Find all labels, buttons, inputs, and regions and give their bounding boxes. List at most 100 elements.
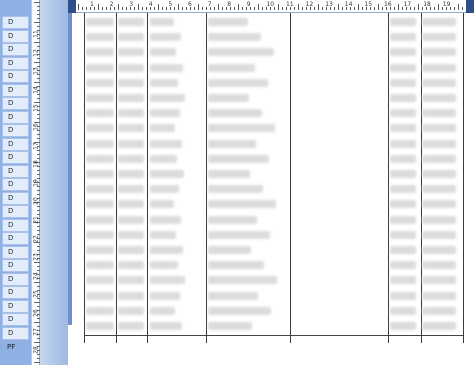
section-band-detail[interactable]: D xyxy=(2,218,29,232)
vertical-ruler: 11 12 13 14 15 16 17 18 19 20 21 22 23 24 25 26 27 28 xyxy=(31,0,40,365)
ruler-tick xyxy=(182,7,183,10)
section-band-detail[interactable]: D xyxy=(2,16,29,29)
detail-row[interactable] xyxy=(84,61,464,75)
blurred-field xyxy=(118,18,144,26)
detail-row[interactable] xyxy=(84,319,464,333)
detail-row[interactable] xyxy=(84,228,464,242)
blurred-field xyxy=(150,230,176,239)
designer-gutter xyxy=(40,0,68,365)
blurred-field xyxy=(86,230,114,239)
horizontal-ruler-label: 18 xyxy=(423,1,431,8)
detail-row[interactable] xyxy=(84,152,464,166)
detail-row[interactable] xyxy=(84,213,464,227)
blurred-field xyxy=(422,78,456,87)
section-band-detail[interactable]: D xyxy=(2,245,29,259)
blurred-field xyxy=(150,18,174,26)
detail-row[interactable] xyxy=(84,258,464,272)
blurred-field xyxy=(390,94,416,102)
section-band-detail[interactable]: D xyxy=(2,299,29,313)
blurred-field xyxy=(118,78,144,87)
section-band-detail[interactable]: D xyxy=(2,164,29,178)
detail-row[interactable] xyxy=(84,167,464,181)
ruler-tick xyxy=(394,7,395,10)
ruler-tick xyxy=(294,7,295,10)
detail-row[interactable] xyxy=(84,137,464,151)
blurred-field xyxy=(422,291,456,300)
ruler-tick xyxy=(462,7,463,10)
ruler-margin-right xyxy=(466,0,474,13)
blurred-field xyxy=(118,306,144,315)
blurred-field xyxy=(208,261,264,270)
blurred-field xyxy=(86,291,114,300)
blurred-field xyxy=(208,63,255,72)
blurred-field xyxy=(150,170,184,178)
section-band-detail[interactable]: D xyxy=(2,178,29,191)
blurred-field xyxy=(150,154,177,163)
ruler-tick xyxy=(378,4,379,10)
ruler-tick xyxy=(358,4,359,10)
section-band-detail[interactable]: D xyxy=(2,259,29,272)
detail-row[interactable] xyxy=(84,76,464,90)
section-band-detail[interactable]: D xyxy=(2,29,29,43)
blurred-field xyxy=(390,185,416,194)
detail-row[interactable] xyxy=(84,304,464,318)
section-band-detail[interactable]: D xyxy=(2,56,29,70)
ruler-tick xyxy=(314,7,315,10)
detail-row[interactable] xyxy=(84,121,464,135)
section-band-detail[interactable]: D xyxy=(2,313,29,326)
section-band-detail[interactable]: D xyxy=(2,83,29,97)
section-band-detail[interactable]: D xyxy=(2,272,29,286)
section-band-detail[interactable]: D xyxy=(2,70,29,83)
blurred-field xyxy=(86,94,114,102)
blurred-field xyxy=(208,306,271,315)
section-band-detail[interactable]: D xyxy=(2,326,29,340)
detail-row[interactable] xyxy=(84,197,464,211)
blurred-field xyxy=(118,124,144,133)
section-band-detail[interactable]: D xyxy=(2,124,29,137)
detail-row[interactable] xyxy=(84,45,464,59)
section-band-detail[interactable]: D xyxy=(2,191,29,205)
detail-row[interactable] xyxy=(84,91,464,105)
blurred-field xyxy=(390,322,416,330)
ruler-tick xyxy=(434,7,435,10)
detail-row[interactable] xyxy=(84,106,464,120)
blurred-field xyxy=(390,200,416,209)
section-band-detail[interactable]: D xyxy=(2,97,29,110)
horizontal-ruler: 1 2 3 4 5 6 7 8 9 10 11 12 13 14 15 16 17 18 19 xyxy=(68,0,474,13)
blurred-field xyxy=(118,170,144,178)
blurred-field xyxy=(86,261,114,270)
section-band-page-footer[interactable]: PF xyxy=(2,342,29,355)
detail-row[interactable] xyxy=(84,243,464,257)
blurred-field xyxy=(118,48,144,57)
ruler-tick xyxy=(102,7,103,10)
section-band-detail[interactable]: D xyxy=(2,205,29,218)
section-band-detail[interactable]: D xyxy=(2,110,29,124)
section-band-detail[interactable]: D xyxy=(2,286,29,299)
blurred-field xyxy=(118,291,144,300)
ruler-tick xyxy=(202,7,203,10)
blurred-field xyxy=(208,33,261,42)
blurred-field xyxy=(118,94,144,102)
horizontal-ruler-label: 14 xyxy=(344,1,353,8)
blurred-field xyxy=(118,322,144,330)
detail-row[interactable] xyxy=(84,289,464,303)
detail-row[interactable] xyxy=(84,15,464,29)
horizontal-ruler-label: 16 xyxy=(384,1,392,8)
blurred-field xyxy=(150,139,182,148)
detail-row[interactable] xyxy=(84,30,464,44)
section-band-detail[interactable]: D xyxy=(2,43,29,56)
detail-row[interactable] xyxy=(84,273,464,287)
section-band-detail[interactable]: D xyxy=(2,232,29,245)
ruler-tick xyxy=(382,7,383,10)
blurred-field xyxy=(208,48,274,57)
detail-row[interactable] xyxy=(84,182,464,196)
section-band-detail[interactable]: D xyxy=(2,137,29,151)
blurred-field xyxy=(150,276,185,285)
report-design-surface[interactable] xyxy=(68,13,474,365)
section-band-detail[interactable]: D xyxy=(2,151,29,164)
blurred-field xyxy=(118,215,144,224)
ruler-tick xyxy=(82,7,83,10)
blurred-field xyxy=(208,18,248,26)
blurred-field xyxy=(86,306,114,315)
ruler-tick xyxy=(362,7,363,10)
